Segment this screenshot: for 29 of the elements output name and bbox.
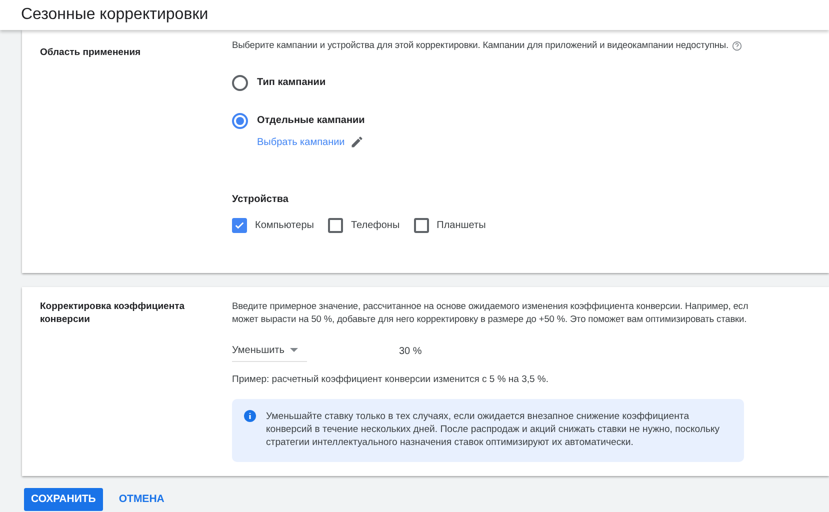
section-description: Выберите кампании и устройства для этой корректировки. Кампании для приложений и видеокампании недоступны.	[232, 39, 728, 52]
radio-label: Тип кампании	[257, 76, 326, 90]
example-text: Пример: расчетный коэффициент конверсии изменится с 5 % на 3,5 %.	[232, 373, 550, 387]
checkbox-label: Планшеты	[436, 218, 486, 233]
percent-value: 30 %	[399, 344, 422, 358]
help-icon[interactable]	[732, 40, 742, 51]
checkmark-icon	[234, 220, 245, 231]
save-button[interactable]: СОХРАНИТЬ	[24, 488, 103, 511]
page-title: Сезонные корректировки	[21, 5, 208, 25]
caret-icon	[290, 348, 298, 353]
checkbox[interactable]	[414, 218, 429, 233]
radio-label: Отдельные кампании	[257, 114, 365, 128]
checkbox[interactable]	[328, 218, 343, 233]
direction-dropdown[interactable]: Уменьшить	[232, 340, 307, 362]
devices-label: Устройства	[232, 192, 290, 207]
checkbox[interactable]	[232, 218, 247, 233]
info-icon	[244, 410, 256, 422]
radio-button[interactable]	[232, 74, 248, 91]
section-label: Область применения	[40, 47, 141, 58]
section-description: может вырасти на 50 %, добавьте для него корректировку в размере до +50 %. Это поможет вам оптимизировать ставки.	[232, 313, 748, 326]
section-label: Корректировка коэффициента конверсии	[40, 300, 186, 326]
section-description: Введите примерное значение, рассчитанное на основе ожидаемого изменения коэффициента конверсии. Например, есл	[232, 300, 750, 313]
pencil-icon[interactable]	[350, 135, 364, 150]
select-campaigns-link[interactable]: Выбрать кампании	[257, 134, 345, 150]
checkbox-label: Телефоны	[350, 218, 400, 233]
info-text: Уменьшайте ставку только в тех случаях, если ожидается внезапное снижение коэффициента конверсий в течение нескольких дней. После распродаж и акций снижать ставки не нужно, поскольку стратегии интеллектуального назначения ставок оптимизируют их автоматически.	[266, 410, 721, 450]
cancel-button[interactable]: ОТМЕНА	[116, 488, 166, 511]
checkbox-label: Компьютеры	[255, 218, 314, 233]
radio-button[interactable]	[232, 112, 248, 129]
